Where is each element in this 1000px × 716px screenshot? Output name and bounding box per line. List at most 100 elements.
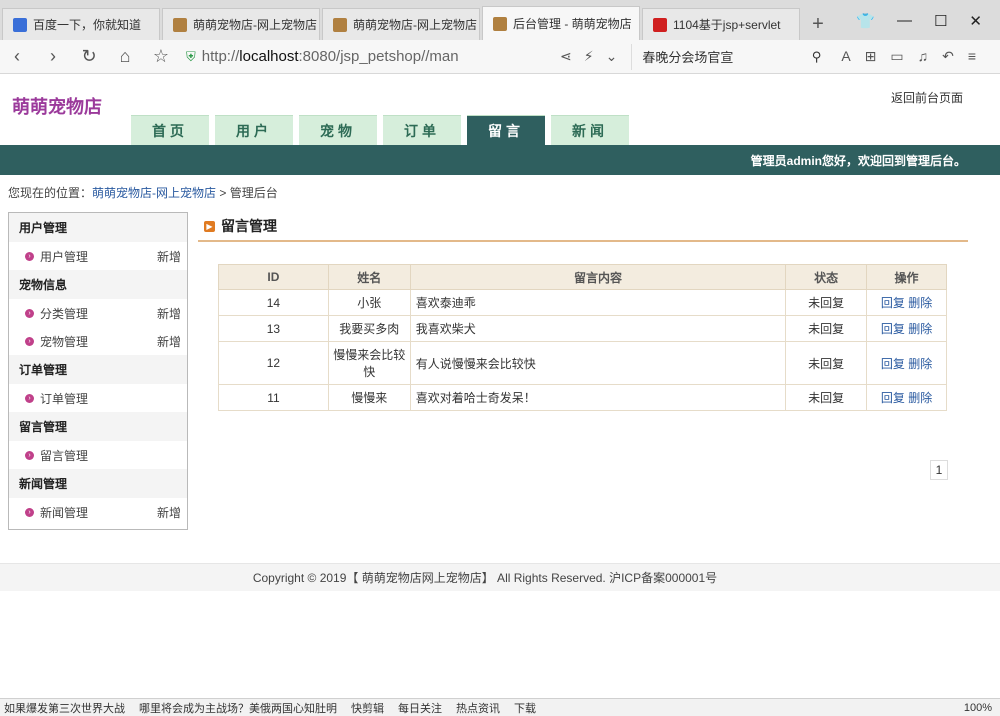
status-item[interactable]: 每日关注: [398, 700, 442, 716]
chevron-down-icon[interactable]: ⌄: [606, 48, 618, 65]
translate-icon[interactable]: A: [841, 48, 850, 65]
search-suggestion: 春晚分会场官宣: [642, 50, 734, 65]
headphones-icon[interactable]: ♫: [918, 48, 929, 65]
cell-actions: 回复 删除: [866, 384, 947, 411]
browser-tab[interactable]: 后台管理 - 萌萌宠物店 ✕: [482, 6, 640, 40]
column-header: ID: [218, 264, 329, 290]
sidebar-group-title: 新闻管理: [9, 469, 187, 498]
delete-link[interactable]: 删除: [908, 296, 932, 310]
cell-actions: 回复 删除: [866, 289, 947, 316]
reply-link[interactable]: 回复: [881, 296, 905, 310]
browser-tab-bar: 百度一下，你就知道 萌萌宠物店-网上宠物店 萌萌宠物店-网上宠物店 后台管理 - 萌萌…: [0, 0, 1000, 40]
cell-actions: 回复 删除: [866, 341, 947, 385]
status-item[interactable]: 哪里将会成为主战场？美俄两国心知肚明: [139, 700, 337, 716]
delete-link[interactable]: 删除: [908, 391, 932, 405]
nav-tab[interactable]: 留言: [467, 115, 545, 145]
sidebar-item-link[interactable]: 留言管理: [40, 447, 88, 464]
cell-name: 慢慢来会比较快: [327, 341, 411, 385]
cell-content: 我喜欢柴犬: [409, 315, 787, 342]
breadcrumb: 您现在的位置：萌萌宠物店-网上宠物店 > 管理后台: [8, 186, 278, 200]
forward-icon[interactable]: ›: [42, 46, 64, 67]
admin-sidebar: 用户管理 › 用户管理 新增 宠物信息 › 分类管理 新增 › 宠物管理 新增 订单管理 › 订单管理 留言…: [8, 212, 188, 530]
sidebar-item: › 用户管理 新增: [9, 242, 187, 270]
delete-link[interactable]: 删除: [908, 322, 932, 336]
browser-search-box[interactable]: 春晚分会场官宣 ⚲: [631, 43, 822, 70]
zoom-level[interactable]: 100%: [964, 702, 1000, 714]
sidebar-item: › 新闻管理 新增: [9, 498, 187, 526]
browser-tab[interactable]: 萌萌宠物店-网上宠物店: [162, 8, 320, 40]
reply-link[interactable]: 回复: [881, 357, 905, 371]
back-to-frontend-link[interactable]: 返回前台页面: [891, 89, 963, 106]
shield-icon: ⛨: [186, 48, 196, 64]
maximize-icon[interactable]: ☐: [934, 12, 947, 30]
reply-link[interactable]: 回复: [881, 391, 905, 405]
bookmark-star-icon[interactable]: ☆: [150, 46, 172, 67]
nav-tab[interactable]: 首页: [131, 115, 209, 145]
apps-icon[interactable]: ⊞: [865, 48, 877, 65]
pagination-page[interactable]: 1: [930, 460, 948, 480]
column-header: 姓名: [327, 264, 411, 290]
delete-link[interactable]: 删除: [908, 357, 932, 371]
sidebar-item-link[interactable]: 新闻管理: [40, 504, 88, 521]
breadcrumb-current: 管理后台: [229, 186, 278, 200]
new-tab-button[interactable]: +: [800, 8, 836, 40]
cell-id: 11: [218, 384, 329, 411]
nav-tab[interactable]: 用户: [215, 115, 293, 145]
browser-status-bar: 如果爆发第三次世界大战 哪里将会成为主战场？美俄两国心知肚明 快剪辑 每日关注 热点资讯…: [0, 698, 1000, 716]
sidebar-add-link[interactable]: 新增: [157, 333, 181, 350]
cell-name: 慢慢来: [327, 384, 411, 411]
back-icon[interactable]: ‹: [6, 46, 28, 67]
sidebar-item-link[interactable]: 分类管理: [40, 305, 88, 322]
share-icon[interactable]: ⋖: [560, 48, 572, 65]
status-item[interactable]: 如果爆发第三次世界大战: [4, 700, 125, 716]
address-tools: ⋖ ⚡ ⌄: [560, 48, 617, 65]
refresh-icon[interactable]: ↻: [78, 46, 100, 67]
minimize-icon[interactable]: —: [897, 12, 912, 30]
sidebar-item: › 留言管理: [9, 441, 187, 469]
cell-id: 13: [218, 315, 329, 342]
welcome-band: 管理员admin您好，欢迎回到管理后台。: [0, 145, 1000, 175]
reply-link[interactable]: 回复: [881, 322, 905, 336]
panel-header: ▶ 留言管理: [198, 212, 968, 242]
panel-title: 留言管理: [221, 218, 277, 234]
breadcrumb-home-link[interactable]: 萌萌宠物店-网上宠物店: [92, 186, 216, 200]
undo-icon[interactable]: ↶: [942, 48, 954, 65]
lightning-icon[interactable]: ⚡: [584, 48, 594, 65]
sidebar-group-title: 留言管理: [9, 412, 187, 441]
favicon-icon: [493, 16, 507, 31]
shirt-icon[interactable]: 👕: [856, 12, 875, 30]
sidebar-add-link[interactable]: 新增: [157, 305, 181, 322]
status-item[interactable]: 快剪辑: [351, 700, 384, 716]
close-tab-icon[interactable]: ✕: [638, 15, 639, 32]
sidebar-item: › 订单管理: [9, 384, 187, 412]
sidebar-add-link[interactable]: 新增: [157, 248, 181, 265]
panel-header-icon: ▶: [204, 220, 215, 232]
sidebar-item-link[interactable]: 用户管理: [40, 248, 88, 265]
browser-tab[interactable]: 1104基于jsp+servlet: [642, 8, 800, 40]
nav-tab[interactable]: 新闻: [551, 115, 629, 145]
bullet-icon: ›: [25, 393, 34, 403]
search-icon[interactable]: ⚲: [812, 49, 822, 65]
bullet-icon: ›: [25, 507, 34, 517]
close-window-icon[interactable]: ✕: [969, 12, 982, 30]
favicon-icon: [173, 17, 187, 32]
footer: Copyright © 2019【 萌萌宠物店网上宠物店】 All Rights…: [0, 563, 1000, 591]
browser-tab[interactable]: 百度一下，你就知道: [2, 8, 160, 40]
sidebar-item-link[interactable]: 宠物管理: [40, 333, 88, 350]
sidebar-item-link[interactable]: 订单管理: [40, 390, 88, 407]
cell-status: 未回复: [785, 315, 868, 342]
battery-icon[interactable]: ▭: [890, 48, 903, 65]
cell-content: 喜欢对着哈士奇发呆！: [409, 384, 787, 411]
menu-icon[interactable]: ≡: [968, 48, 976, 65]
message-table: ID 姓名 留言内容 状态 操作 14 小张 喜欢泰迪乖 未回复 回复 删除 13 我要买多肉 我喜欢…: [218, 264, 947, 411]
nav-tab[interactable]: 订单: [383, 115, 461, 145]
nav-tab[interactable]: 宠物: [299, 115, 377, 145]
status-item[interactable]: 下载: [514, 700, 536, 716]
home-icon[interactable]: ⌂: [114, 46, 136, 67]
sidebar-add-link[interactable]: 新增: [157, 504, 181, 521]
browser-tab[interactable]: 萌萌宠物店-网上宠物店: [322, 8, 480, 40]
favicon-icon: [653, 17, 667, 32]
status-item[interactable]: 热点资讯: [456, 700, 500, 716]
browser-tab-label: 1104基于jsp+servlet: [673, 18, 781, 32]
url-field[interactable]: ⛨ http://localhost:8080/jsp_petshop//man: [186, 44, 546, 70]
